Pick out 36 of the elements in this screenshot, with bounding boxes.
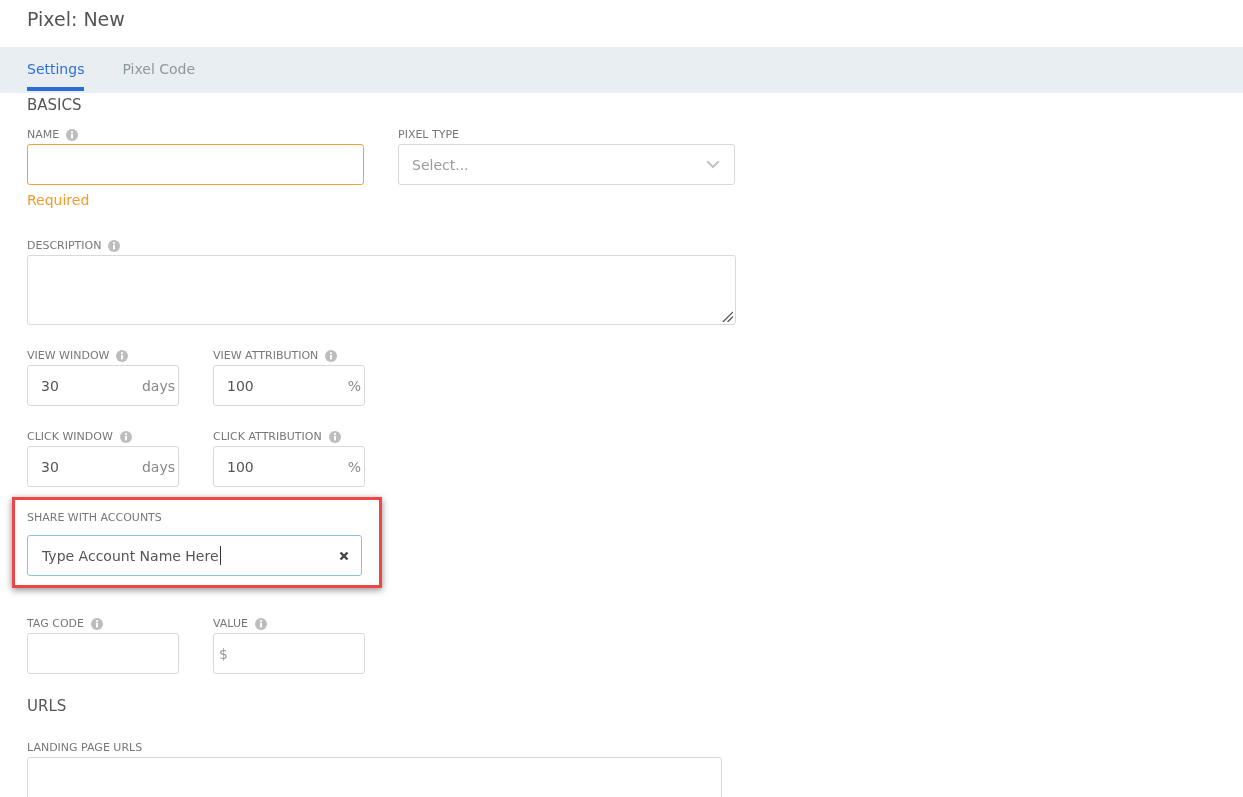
text-input[interactable] xyxy=(27,144,364,185)
error-message: Required xyxy=(27,191,90,209)
info-icon xyxy=(116,349,129,362)
field-label: PIXEL TYPE xyxy=(398,127,459,142)
info-icon xyxy=(108,239,121,252)
section-heading: URLS xyxy=(27,697,67,715)
close-icon[interactable] xyxy=(339,550,349,561)
field-label: TAG CODE xyxy=(27,616,84,631)
field-label: DESCRIPTION xyxy=(27,238,102,253)
chevron-down-icon xyxy=(706,160,720,169)
input-field[interactable]: 30 days xyxy=(27,446,179,487)
input-field[interactable]: 30 days xyxy=(27,365,179,406)
field-label: NAME xyxy=(27,127,60,142)
info-icon xyxy=(254,617,267,630)
input-field[interactable]: 100 % xyxy=(213,365,365,406)
account-search-field[interactable]: Type Account Name Here xyxy=(27,535,362,576)
info-icon xyxy=(66,128,79,141)
textarea-field[interactable] xyxy=(27,255,736,325)
field-label: SHARE WITH ACCOUNTS xyxy=(27,510,162,525)
input-field[interactable] xyxy=(27,633,179,674)
field-label: VIEW WINDOW xyxy=(27,348,110,363)
resize-handle-icon[interactable] xyxy=(722,311,733,322)
text-cursor-icon xyxy=(219,546,221,565)
page-title: Pixel: New xyxy=(27,7,125,32)
field-label: VIEW ATTRIBUTION xyxy=(213,348,319,363)
field-label: VALUE xyxy=(213,616,248,631)
field-label: CLICK ATTRIBUTION xyxy=(213,429,322,444)
info-icon xyxy=(119,430,132,443)
info-icon xyxy=(91,617,103,630)
field-label: CLICK WINDOW xyxy=(27,429,113,444)
input-field[interactable]: 100 % xyxy=(213,446,365,487)
tab[interactable]: Settings xyxy=(27,47,85,91)
info-icon xyxy=(328,430,341,443)
section-heading: BASICS xyxy=(27,96,82,114)
field-label: LANDING PAGE URLS xyxy=(27,740,143,755)
info-icon xyxy=(325,349,338,362)
